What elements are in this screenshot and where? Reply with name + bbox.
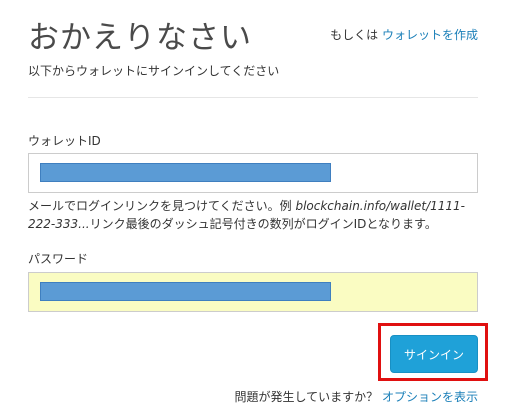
- wallet-id-input[interactable]: [28, 153, 478, 193]
- show-options-link[interactable]: オプションを表示: [382, 390, 478, 404]
- password-input[interactable]: [28, 272, 478, 312]
- help-text-start: メールでログインリンクを見つけてください。例: [28, 199, 296, 213]
- signin-button[interactable]: サインイン: [390, 335, 478, 373]
- page-subtitle: 以下からウォレットにサインインしてください: [28, 64, 280, 78]
- password-label: パスワード: [28, 252, 89, 266]
- help-footer: 問題が発生していますか？ オプションを表示: [235, 388, 479, 405]
- divider: [28, 97, 478, 98]
- wallet-id-help-text: メールでログインリンクを見つけてください。例 blockchain.info/w…: [28, 197, 480, 233]
- wallet-id-label: ウォレットID: [28, 134, 101, 148]
- help-text-end: リンク最後のダッシュ記号付きの数列がログインIDとなります。: [89, 217, 437, 231]
- alt-prefix: もしくは: [330, 28, 379, 42]
- page-title: おかえりなさい: [28, 20, 252, 56]
- create-wallet-prompt: もしくは ウォレットを作成: [330, 26, 478, 43]
- redacted-value: [40, 163, 331, 182]
- redacted-value: [40, 282, 331, 301]
- problem-text: 問題が発生していますか？: [234, 390, 379, 404]
- create-wallet-link[interactable]: ウォレットを作成: [382, 28, 478, 42]
